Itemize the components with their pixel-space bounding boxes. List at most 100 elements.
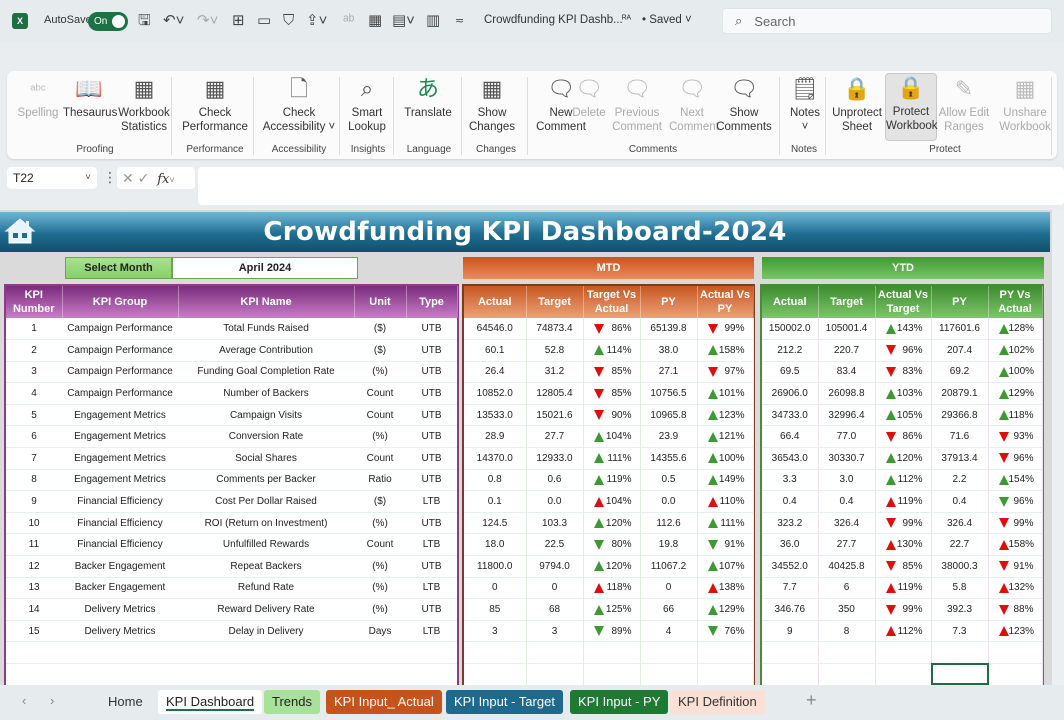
table-row[interactable]: 5 Engagement Metrics Campaign Visits Count U… bbox=[6, 404, 457, 427]
empty-cell[interactable] bbox=[354, 663, 406, 686]
ribbon-button-previous-comment[interactable]: 🗨 Previous Comment bbox=[609, 75, 665, 134]
spelling-qat-icon[interactable]: ᵃᵇ bbox=[343, 11, 354, 31]
empty-cell[interactable] bbox=[875, 641, 932, 664]
table-row[interactable]: 12 Backer Engagement Repeat Backers (%) UTB bbox=[6, 555, 457, 578]
table-row[interactable]: 6 Engagement Metrics Conversion Rate (%) UTB bbox=[6, 425, 457, 449]
save-icon[interactable]: 🖫 bbox=[138, 11, 151, 31]
empty-cell[interactable] bbox=[406, 663, 457, 686]
empty-cell[interactable] bbox=[988, 663, 1043, 686]
next-sheet-icon[interactable]: › bbox=[50, 693, 54, 708]
empty-cell[interactable] bbox=[178, 641, 354, 664]
table-row[interactable]: 4 Campaign Performance Number of Backers Co… bbox=[6, 382, 457, 405]
table-row[interactable]: 36.0 27.7 130% 22.7 158% bbox=[762, 533, 1043, 557]
ribbon-button-notes[interactable]: 🗒 Notes ˅ bbox=[785, 75, 825, 134]
table-row[interactable]: 14370.0 12933.0 111% 14355.6 100% bbox=[464, 447, 754, 470]
home-icon[interactable] bbox=[4, 216, 36, 246]
empty-cell[interactable] bbox=[818, 663, 876, 686]
empty-cell[interactable] bbox=[818, 641, 876, 664]
empty-cell[interactable] bbox=[62, 663, 178, 686]
table-row[interactable]: 11800.0 9794.0 120% 11067.2 107% bbox=[464, 555, 754, 578]
calc-sheet-icon[interactable]: ▥ bbox=[426, 11, 440, 31]
ribbon-button-check-accessibility[interactable]: 🗋 Check Accessibility ˅ bbox=[257, 75, 341, 134]
redo-icon[interactable]: ↷˅ bbox=[197, 11, 218, 31]
table-row[interactable]: 69.5 83.4 83% 69.2 100% bbox=[762, 361, 1043, 384]
sheet-tab-kpi-input-actual[interactable]: KPI Input_ Actual bbox=[326, 690, 442, 714]
coauthor-icon[interactable]: ᴿᴬ bbox=[622, 14, 631, 25]
share-icon[interactable]: ⇪˅ bbox=[306, 11, 327, 31]
ribbon-button-delete-comment[interactable]: 🗨 Delete bbox=[569, 75, 609, 120]
table-row[interactable]: 26.4 31.2 85% 27.1 97% bbox=[464, 361, 754, 384]
sheet-tab-trends[interactable]: Trends bbox=[264, 690, 320, 714]
table-row[interactable]: 34733.0 32996.4 105% 29366.8 118% bbox=[762, 404, 1043, 427]
table-row[interactable]: 60.1 52.8 114% 38.0 158% bbox=[464, 339, 754, 362]
enter-icon[interactable]: ✓ bbox=[138, 170, 150, 186]
add-sheet-button[interactable]: + bbox=[806, 690, 817, 711]
customize-qat-icon[interactable]: ≂ bbox=[455, 11, 464, 31]
empty-cell[interactable] bbox=[988, 641, 1043, 664]
autosave-toggle[interactable]: On bbox=[88, 12, 128, 31]
more-options-icon[interactable]: ⋮ bbox=[103, 169, 117, 186]
table-row[interactable]: 11 Financial Efficiency Unfulfilled Reward… bbox=[6, 533, 457, 557]
table-row[interactable]: 3 Campaign Performance Funding Goal Comple… bbox=[6, 361, 457, 384]
chevron-down-icon[interactable]: ˅ bbox=[169, 175, 174, 185]
ribbon-button-protect-workbook[interactable]: 🔒 Protect Workbook bbox=[885, 73, 938, 141]
ribbon-button-spelling[interactable]: ᵃᵇᶜ Spelling bbox=[15, 75, 61, 120]
table-row[interactable]: 0.8 0.6 119% 0.5 149% bbox=[464, 469, 754, 492]
empty-cell[interactable] bbox=[464, 663, 527, 686]
empty-cell[interactable] bbox=[62, 641, 178, 664]
table-row[interactable]: 3.3 3.0 112% 2.2 154% bbox=[762, 469, 1043, 492]
table-row[interactable]: 10 Financial Efficiency ROI (Return on Inv… bbox=[6, 512, 457, 535]
ribbon-button-check-performance[interactable]: ▦ Check Performance bbox=[175, 75, 255, 134]
sheet-tab-home[interactable]: Home bbox=[100, 690, 151, 714]
empty-cell[interactable] bbox=[583, 641, 641, 664]
table-row[interactable]: 13533.0 15021.6 90% 10965.8 123% bbox=[464, 404, 754, 427]
table-row[interactable]: 18.0 22.5 80% 19.8 91% bbox=[464, 533, 754, 557]
sheet-tab-kpi-input-target[interactable]: KPI Input - Target bbox=[446, 690, 563, 714]
table-row[interactable]: 0.4 0.4 119% 0.4 96% bbox=[762, 490, 1043, 513]
ribbon-button-smart-lookup[interactable]: ⌕ Smart Lookup bbox=[343, 75, 391, 134]
empty-cell[interactable] bbox=[6, 641, 62, 664]
empty-cell[interactable] bbox=[406, 641, 457, 664]
table-row[interactable]: 0.1 0.0 104% 0.0 110% bbox=[464, 490, 754, 513]
picture-icon[interactable]: ▭ bbox=[257, 11, 271, 31]
empty-cell[interactable] bbox=[697, 663, 754, 686]
prev-sheet-icon[interactable]: ‹ bbox=[22, 693, 26, 708]
ribbon-button-unprotect-sheet[interactable]: 🔒 Unprotect Sheet bbox=[829, 75, 885, 134]
table-row[interactable]: 9 8 112% 7.3 123% bbox=[762, 620, 1043, 643]
undo-icon[interactable]: ↶˅ bbox=[163, 11, 184, 31]
ribbon-button-next-comment[interactable]: 🗨 Next Comment bbox=[669, 75, 719, 134]
table-row[interactable]: 34552.0 40425.8 85% 38000.3 91% bbox=[762, 555, 1043, 578]
ribbon-button-translate[interactable]: あ Translate bbox=[397, 75, 459, 120]
empty-cell[interactable] bbox=[875, 663, 932, 686]
empty-cell[interactable] bbox=[178, 663, 354, 686]
table-row[interactable]: 14 Delivery Metrics Reward Delivery Rate (%… bbox=[6, 598, 457, 621]
table-row[interactable]: 1 Campaign Performance Total Funds Raised(… bbox=[6, 318, 457, 341]
table-row[interactable]: 13 Backer Engagement Refund Rate (%) LTB bbox=[6, 577, 457, 600]
table-row[interactable]: 8 Engagement Metrics Comments per Backer Ra… bbox=[6, 469, 457, 492]
empty-cell[interactable] bbox=[464, 641, 527, 664]
sheet-tab-kpi-definition[interactable]: KPI Definition bbox=[670, 690, 765, 714]
table-row[interactable]: 85 68 125% 66 129% bbox=[464, 598, 754, 621]
chevron-down-icon[interactable]: ˅ bbox=[85, 167, 91, 189]
empty-cell[interactable] bbox=[583, 663, 641, 686]
formula-input[interactable] bbox=[198, 167, 1064, 205]
empty-cell[interactable] bbox=[762, 641, 819, 664]
sheet-tab-kpi-input-py[interactable]: KPI Input - PY bbox=[570, 690, 669, 714]
empty-cell[interactable] bbox=[354, 641, 406, 664]
ribbon-button-show-comments[interactable]: 🗨 Show Comments bbox=[715, 75, 773, 134]
table-row[interactable]: 10852.0 12805.4 85% 10756.5 101% bbox=[464, 382, 754, 405]
filter-icon[interactable]: ⛉ bbox=[283, 11, 294, 31]
table-row[interactable]: 2 Campaign Performance Average Contributio… bbox=[6, 339, 457, 362]
ribbon-button-workbook-statistics[interactable]: ▦ Workbook Statistics bbox=[115, 75, 173, 134]
sheet-tab-kpi-dashboard[interactable]: KPI Dashboard bbox=[158, 690, 263, 714]
ribbon-button-thesaurus[interactable]: 📖 Thesaurus bbox=[63, 75, 117, 120]
table-row[interactable]: 36543.0 30330.7 120% 37913.4 96% bbox=[762, 447, 1043, 470]
table-row[interactable]: 346.76 350 99% 392.3 88% bbox=[762, 598, 1043, 621]
empty-cell[interactable] bbox=[526, 641, 584, 664]
borders-icon[interactable]: ⊞ bbox=[232, 11, 245, 31]
empty-cell[interactable] bbox=[6, 663, 62, 686]
table-icon[interactable]: ▦ bbox=[368, 11, 382, 31]
selected-cell[interactable] bbox=[931, 663, 989, 685]
empty-cell[interactable] bbox=[640, 663, 698, 686]
empty-cell[interactable] bbox=[697, 641, 754, 664]
